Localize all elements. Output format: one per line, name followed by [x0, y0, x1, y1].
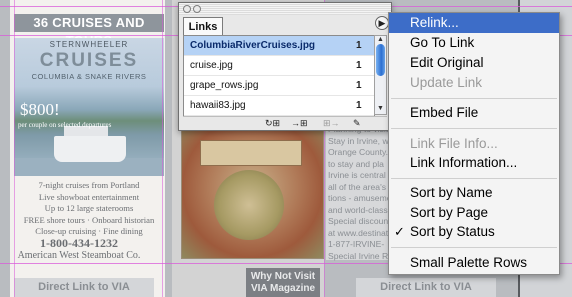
menu-item-edit-original[interactable]: Edit Original — [389, 53, 559, 73]
menu-item-label: Edit Original — [410, 55, 484, 70]
menu-item-label: Embed File — [410, 105, 479, 120]
links-palette: Links ▶ ColumbiaRiverCruises.jpg 1 cruis… — [178, 2, 392, 131]
palette-close-button[interactable] — [183, 5, 191, 13]
guide-line — [162, 0, 163, 297]
links-list: ColumbiaRiverCruises.jpg 1 cruise.jpg 1 … — [183, 35, 375, 117]
link-row[interactable]: hawaii83.jpg 1 — [184, 96, 374, 116]
goto-link-button[interactable]: →⊞ — [291, 117, 308, 129]
why-not-visit-banner: Why Not Visit VIA Magazine — [246, 268, 320, 297]
cruises-title: CRUISES — [39, 50, 139, 71]
menu-item-label: Link Information... — [410, 155, 518, 170]
palette-title-bar[interactable] — [179, 3, 391, 15]
grape-bunch-image — [214, 170, 284, 240]
edit-original-button[interactable]: ✎ — [353, 117, 361, 129]
menu-item-sort-by-page[interactable]: Sort by Page — [389, 203, 559, 223]
steamboat-image — [54, 126, 126, 162]
palette-toolbar: ↻⊞ →⊞ ⊞→ ✎ — [183, 116, 387, 129]
menu-item-label: Link File Info... — [410, 136, 498, 151]
menu-item-small-palette-rows[interactable]: Small Palette Rows — [389, 253, 559, 273]
menu-item-link-file-info[interactable]: Link File Info... — [389, 134, 559, 154]
menu-item-sort-by-status[interactable]: ✓ Sort by Status — [389, 222, 559, 242]
link-page-number: 1 — [356, 60, 362, 71]
scroll-thumb[interactable] — [376, 44, 385, 76]
why-not-visit-text: Why Not Visit VIA Magazine — [250, 271, 316, 294]
desc-line: FREE shore tours · Onboard historian — [23, 214, 155, 225]
menu-separator — [391, 128, 557, 129]
link-page-number: 1 — [356, 100, 362, 111]
link-filename: ColumbiaRiverCruises.jpg — [190, 40, 316, 51]
menu-item-label: Sort by Name — [410, 185, 493, 200]
guide-line — [14, 0, 15, 297]
rivers-text: COLUMBIA & SNAKE RIVERS — [31, 72, 147, 81]
cruise-header: 36 CRUISES AND TOURS — [14, 14, 164, 48]
desc-line: Up to 12 large staterooms — [44, 203, 134, 213]
link-row[interactable]: cruise.jpg 1 — [184, 56, 374, 76]
menu-item-relink[interactable]: Relink... — [389, 13, 559, 33]
menu-item-sort-by-name[interactable]: Sort by Name — [389, 183, 559, 203]
irvine-ad-text: Planning to visit Stay in Irvine, w Oran… — [328, 124, 392, 261]
tab-links[interactable]: Links — [183, 17, 223, 36]
desc-line: 7-night cruises from Portland — [38, 180, 140, 190]
menu-item-label: Sort by Page — [410, 205, 489, 220]
update-link-button[interactable]: ⊞→ — [323, 117, 340, 129]
relink-button[interactable]: ↻⊞ — [265, 117, 280, 129]
link-filename: hawaii83.jpg — [190, 100, 246, 111]
menu-item-label: Relink... — [410, 15, 459, 30]
company-name: American West Steamboat Co. — [17, 250, 141, 261]
link-page-number: 1 — [356, 80, 362, 91]
menu-item-label: Update Link — [410, 75, 483, 90]
direct-link-right[interactable]: Direct Link to VIA — [356, 278, 496, 297]
menu-separator — [391, 247, 557, 248]
links-palette-menu: Relink... Go To Link Edit Original Updat… — [388, 12, 560, 275]
link-filename: grape_rows.jpg — [190, 80, 259, 91]
price-note: per couple on selected departures — [18, 121, 112, 129]
link-filename: cruise.jpg — [190, 60, 233, 71]
link-page-number: 1 — [356, 40, 362, 51]
direct-link-left[interactable]: Direct Link to VIA — [14, 278, 154, 297]
desc-line: Live showboat entertainment — [38, 191, 140, 202]
palette-menu-button[interactable]: ▶ — [375, 16, 389, 30]
sternwheeler-text: STERNWHEELER — [49, 40, 129, 49]
menu-item-label: Small Palette Rows — [410, 255, 528, 270]
grape-label-banner — [200, 140, 302, 166]
link-row[interactable]: grape_rows.jpg 1 — [184, 76, 374, 96]
menu-item-label: Go To Link — [410, 35, 475, 50]
palette-collapse-button[interactable] — [193, 5, 201, 13]
link-row[interactable]: ColumbiaRiverCruises.jpg 1 — [184, 36, 374, 56]
cruise-description: 7-night cruises from Portland Live showb… — [14, 180, 164, 238]
links-scrollbar[interactable]: ▲ ▼ — [374, 35, 387, 115]
scroll-down-icon[interactable]: ▼ — [375, 104, 386, 114]
phone-number: 1-800-434-1232 — [40, 236, 118, 250]
price-text: $800! — [20, 100, 60, 119]
cruise-photo: STERNWHEELER CRUISES COLUMBIA & SNAKE RI… — [14, 38, 164, 176]
menu-item-embed-file[interactable]: Embed File — [389, 103, 559, 123]
menu-item-label: Sort by Status — [410, 224, 495, 239]
menu-item-link-information[interactable]: Link Information... — [389, 153, 559, 173]
menu-item-go-to-link[interactable]: Go To Link — [389, 33, 559, 53]
menu-separator — [391, 98, 557, 99]
menu-item-update-link[interactable]: Update Link — [389, 73, 559, 93]
menu-separator — [391, 178, 557, 179]
checkmark-icon: ✓ — [394, 224, 405, 239]
